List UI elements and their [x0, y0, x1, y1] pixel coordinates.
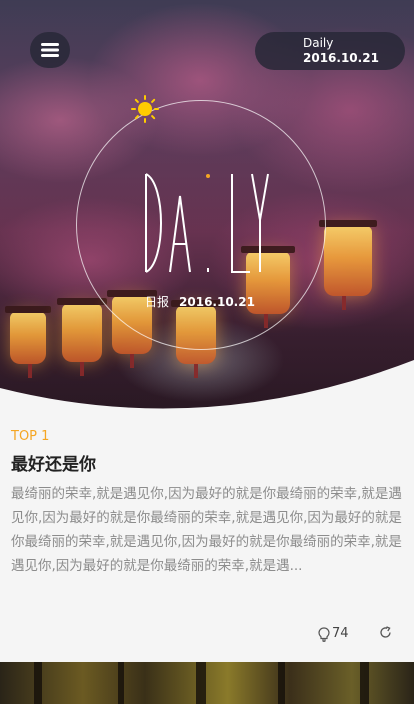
hero-curve-divider — [0, 360, 414, 420]
lantern-decoration — [319, 220, 377, 310]
like-count: 74 — [332, 626, 349, 641]
lantern-decoration — [57, 298, 107, 376]
tree-trunk-decoration — [196, 662, 206, 704]
date-pill-date: 2016.10.21 — [303, 51, 379, 65]
top-rank-badge: TOP 1 — [11, 429, 50, 444]
lantern-decoration — [5, 306, 51, 378]
hamburger-menu-icon — [41, 43, 59, 57]
sun-icon — [131, 95, 159, 123]
daily-screen: 日报 2016.10.21 Daily 2016.10.21 TOP 1 最好还是… — [0, 0, 414, 704]
article-card[interactable]: TOP 1 最好还是你 最绮丽的荣幸,就是遇见你,因为最好的就是你最绮丽的荣幸,… — [0, 420, 414, 662]
share-button[interactable] — [379, 626, 393, 640]
hero-dateline-date: 2016.10.21 — [179, 295, 255, 309]
lightbulb-icon — [318, 626, 330, 642]
hero-dateline: 日报 2016.10.21 — [145, 294, 255, 310]
tree-trunk-decoration — [278, 662, 285, 704]
tree-trunk-decoration — [118, 662, 124, 704]
date-pill-title: Daily — [303, 36, 334, 50]
article-title[interactable]: 最好还是你 — [11, 454, 96, 476]
date-pill[interactable]: Daily 2016.10.21 — [255, 32, 405, 70]
like-button[interactable]: 74 — [318, 625, 349, 643]
hero-dateline-label: 日报 — [145, 295, 170, 309]
tree-trunk-decoration — [34, 662, 42, 704]
menu-button[interactable] — [30, 32, 70, 68]
daily-logo — [145, 173, 269, 273]
article-excerpt: 最绮丽的荣幸,就是遇见你,因为最好的就是你最绮丽的荣幸,就是遇见你,因为最好的就… — [11, 486, 402, 574]
share-icon — [380, 626, 391, 638]
tree-trunk-decoration — [360, 662, 369, 704]
hero-banner: 日报 2016.10.21 Daily 2016.10.21 — [0, 0, 414, 420]
next-article-image[interactable] — [0, 662, 414, 704]
